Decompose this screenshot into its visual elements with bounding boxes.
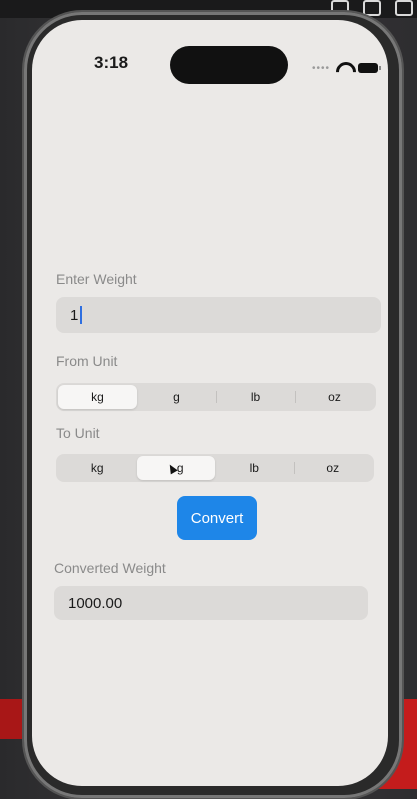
signal-dots-icon: •••• [312,62,331,74]
text-caret [80,306,83,324]
to-unit-label: To Unit [56,425,100,441]
to-unit-picker[interactable]: kg g lb oz [56,454,374,482]
camera-icon [363,0,381,16]
enter-weight-label: Enter Weight [56,271,137,287]
convert-button[interactable]: Convert [177,496,257,540]
mouse-pointer-icon [166,462,178,474]
battery-icon [358,63,382,73]
to-unit-g-label: g [176,461,184,475]
from-unit-picker[interactable]: kg g lb oz [56,383,376,411]
converted-weight-label: Converted Weight [54,560,166,576]
phone-frame: 3:18 •••• Enter Weight 1 From Unit kg g … [24,12,402,798]
from-unit-kg[interactable]: kg [58,385,137,409]
to-unit-oz[interactable]: oz [293,456,373,480]
from-unit-label: From Unit [56,353,118,369]
to-unit-g[interactable]: g [136,456,215,480]
converted-weight-value: 1000.00 [68,594,123,612]
from-unit-lb[interactable]: lb [216,385,295,409]
from-unit-g[interactable]: g [137,385,216,409]
weight-input[interactable]: 1 [56,297,381,333]
converted-weight-field: 1000.00 [54,586,368,620]
dynamic-island [170,46,288,84]
status-indicators: •••• [312,62,382,74]
wifi-icon [336,62,352,74]
to-unit-kg[interactable]: kg [58,456,137,480]
status-time: 3:18 [94,53,129,72]
phone-screen: 3:18 •••• Enter Weight 1 From Unit kg g … [32,20,388,786]
rotate-icon [395,0,413,16]
to-unit-lb[interactable]: lb [215,456,294,480]
weight-input-value: 1 [70,306,79,324]
from-unit-oz[interactable]: oz [295,385,374,409]
